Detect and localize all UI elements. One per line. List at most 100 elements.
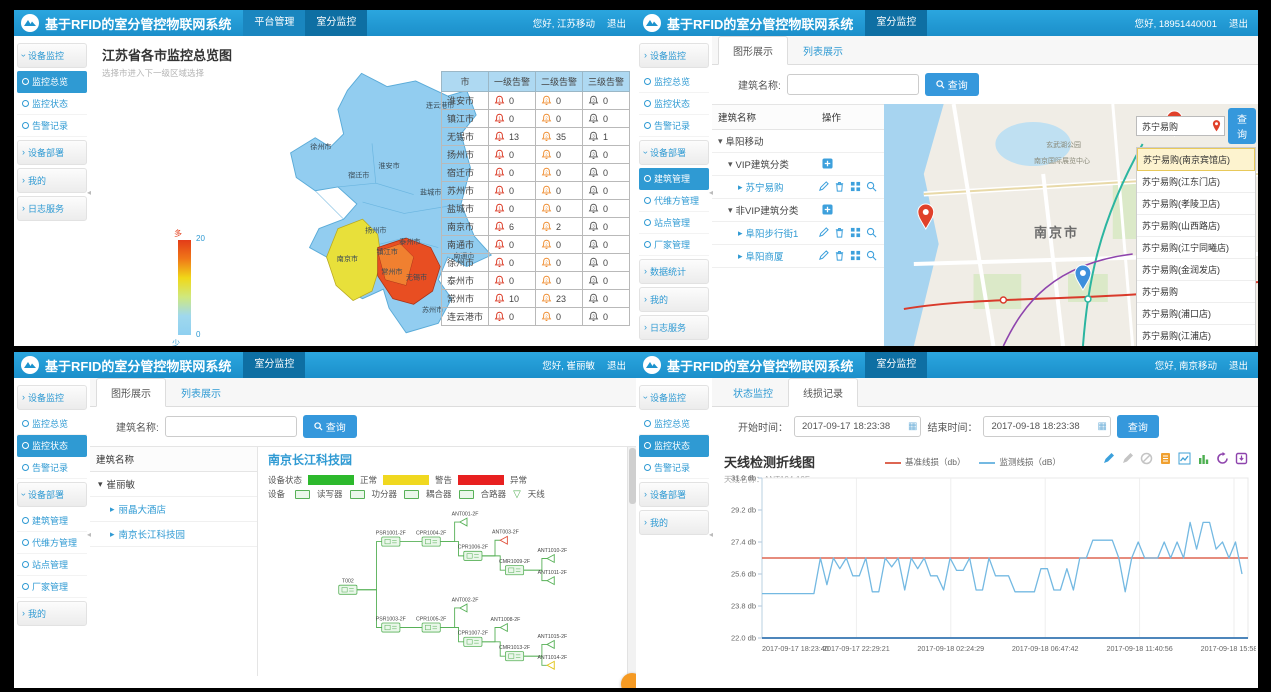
caret-right-icon[interactable]: ▸ xyxy=(110,505,115,514)
sidebar-group[interactable]: ›日志服务 xyxy=(639,315,709,340)
caret-right-icon[interactable]: ▸ xyxy=(738,252,743,261)
device-topology-diagram[interactable]: T002 PSR1001-2F CPR1004-2F ANT001-2F CPR… xyxy=(262,509,636,676)
sidebar-item[interactable]: 监控总览 xyxy=(17,413,87,435)
building-name-input[interactable] xyxy=(165,416,297,437)
sidebar-group[interactable]: ›设备监控 xyxy=(639,43,709,68)
search-icon[interactable] xyxy=(866,227,878,239)
edit-icon[interactable] xyxy=(818,181,830,193)
sidebar-item[interactable]: 告警记录 xyxy=(17,115,87,137)
nav-tab[interactable]: 室分监控 xyxy=(243,352,305,378)
delete-icon[interactable] xyxy=(834,181,846,193)
search-icon[interactable] xyxy=(866,181,878,193)
building-name-input[interactable] xyxy=(787,74,919,95)
caret-down-icon[interactable]: ▾ xyxy=(728,206,733,215)
mark-pencil-icon[interactable] xyxy=(1102,452,1115,465)
save-image-icon[interactable] xyxy=(1235,452,1248,465)
tree-row[interactable]: ▸苏宁易购 xyxy=(712,176,884,199)
nav-tab[interactable]: 平台管理 xyxy=(243,10,305,36)
sidebar-item[interactable]: 厂家管理 xyxy=(17,576,87,598)
list-icon[interactable] xyxy=(850,181,862,193)
edit-icon[interactable] xyxy=(818,227,830,239)
caret-right-icon[interactable]: ▸ xyxy=(738,229,743,238)
table-row[interactable]: 南通市102030 xyxy=(441,236,629,254)
sidebar-item[interactable]: 告警记录 xyxy=(639,115,709,137)
add-icon[interactable] xyxy=(822,158,834,170)
store-list-item[interactable]: 苏宁易购(山西路店) xyxy=(1137,215,1255,237)
end-time-input[interactable] xyxy=(989,420,1093,433)
refresh-icon[interactable] xyxy=(1216,452,1229,465)
calendar-icon[interactable]: ▦ xyxy=(908,421,917,432)
data-view-icon[interactable] xyxy=(1159,452,1172,465)
start-time-input[interactable] xyxy=(800,420,904,433)
logout-link[interactable]: 退出 xyxy=(1229,16,1248,30)
sidebar-item[interactable]: 代维方管理 xyxy=(639,190,709,212)
store-list-item[interactable]: 苏宁易购(江浦店) xyxy=(1137,325,1255,346)
nav-tab[interactable]: 室分监控 xyxy=(305,10,367,36)
sidebar-item[interactable]: 厂家管理 xyxy=(639,234,709,256)
floating-action-button[interactable] xyxy=(621,673,636,688)
store-list-item[interactable]: 苏宁易购(孝陵卫店) xyxy=(1137,193,1255,215)
tab-active[interactable]: 线损记录 xyxy=(788,378,858,407)
sidebar-group[interactable]: ›我的 xyxy=(17,168,87,193)
store-list-item[interactable]: 苏宁易购(金润发店) xyxy=(1137,259,1255,281)
tab-active[interactable]: 图形展示 xyxy=(718,36,788,65)
table-row[interactable]: 无锡市11323531 xyxy=(441,128,629,146)
edit-pencil-icon[interactable] xyxy=(1121,452,1134,465)
tree-row[interactable]: ▸阜阳商厦 xyxy=(712,245,884,268)
search-button[interactable]: 查询 xyxy=(303,415,357,438)
sidebar-group[interactable]: ›我的 xyxy=(17,601,87,626)
tree-row[interactable]: ▸阜阳步行街1 xyxy=(712,222,884,245)
table-row[interactable]: 南京市162230 xyxy=(441,218,629,236)
sidebar-item[interactable]: 监控状态 xyxy=(17,435,87,457)
sidebar-group[interactable]: ›设备部署 xyxy=(639,140,709,165)
sidebar-group[interactable]: ›设备部署 xyxy=(639,482,709,507)
caret-right-icon[interactable]: ▸ xyxy=(110,530,115,539)
sidebar-group[interactable]: ›设备监控 xyxy=(639,385,709,410)
sidebar-item[interactable]: 监控总览 xyxy=(639,413,709,435)
sidebar-group[interactable]: ›设备监控 xyxy=(17,43,87,68)
table-row[interactable]: 淮安市102030 xyxy=(441,92,629,110)
sidebar-item[interactable]: 告警记录 xyxy=(639,457,709,479)
store-list-item[interactable]: 苏宁易购(江宁同曦店) xyxy=(1137,237,1255,259)
store-list-item[interactable]: 苏宁易购(浦口店) xyxy=(1137,303,1255,325)
tree-row[interactable]: ▾非VIP建筑分类 xyxy=(712,199,884,222)
table-row[interactable]: 盐城市102030 xyxy=(441,200,629,218)
building-tree-item[interactable]: ▸丽晶大酒店 xyxy=(90,497,257,522)
tab-inactive[interactable]: 状态监控 xyxy=(718,378,788,407)
table-row[interactable]: 泰州市102030 xyxy=(441,272,629,290)
nav-tab[interactable]: 室分监控 xyxy=(865,352,927,378)
nav-tab[interactable]: 室分监控 xyxy=(865,10,927,36)
logout-link[interactable]: 退出 xyxy=(1229,358,1248,372)
sidebar-item[interactable]: 监控总览 xyxy=(639,71,709,93)
building-tree-item[interactable]: ▸南京长江科技园 xyxy=(90,522,257,547)
bar-chart-icon[interactable] xyxy=(1197,452,1210,465)
sidebar-group[interactable]: ›我的 xyxy=(639,287,709,312)
table-row[interactable]: 镇江市102030 xyxy=(441,110,629,128)
edit-icon[interactable] xyxy=(818,250,830,262)
tree-row[interactable]: ▾阜阳移动 xyxy=(712,130,884,153)
store-list-item[interactable]: 苏宁易购(江东门店) xyxy=(1137,171,1255,193)
sidebar-item[interactable]: 代维方管理 xyxy=(17,532,87,554)
table-row[interactable]: 扬州市102030 xyxy=(441,146,629,164)
list-icon[interactable] xyxy=(850,227,862,239)
caret-down-icon[interactable]: ▾ xyxy=(98,480,103,489)
logout-link[interactable]: 退出 xyxy=(607,358,626,372)
delete-icon[interactable] xyxy=(834,227,846,239)
search-button[interactable]: 查询 xyxy=(925,73,979,96)
caret-right-icon[interactable]: ▸ xyxy=(738,183,743,192)
sidebar-group[interactable]: ›设备监控 xyxy=(17,385,87,410)
tab-inactive[interactable]: 列表展示 xyxy=(788,36,858,65)
sidebar-item[interactable]: 告警记录 xyxy=(17,457,87,479)
query-button[interactable]: 查询 xyxy=(1117,415,1159,438)
map-search-input[interactable] xyxy=(1140,120,1210,132)
sidebar-item[interactable]: 监控状态 xyxy=(17,93,87,115)
table-row[interactable]: 连云港市102030 xyxy=(441,308,629,326)
map-search-button[interactable]: 查询 xyxy=(1228,108,1256,144)
sidebar-item[interactable]: 监控总览 xyxy=(17,71,87,93)
sidebar-group[interactable]: ›设备部署 xyxy=(17,482,87,507)
logout-link[interactable]: 退出 xyxy=(607,16,626,30)
sidebar-group[interactable]: ›设备部署 xyxy=(17,140,87,165)
sidebar-item[interactable]: 监控状态 xyxy=(639,435,709,457)
store-list-item[interactable]: 苏宁易购 xyxy=(1137,281,1255,303)
clear-icon[interactable] xyxy=(1140,452,1153,465)
